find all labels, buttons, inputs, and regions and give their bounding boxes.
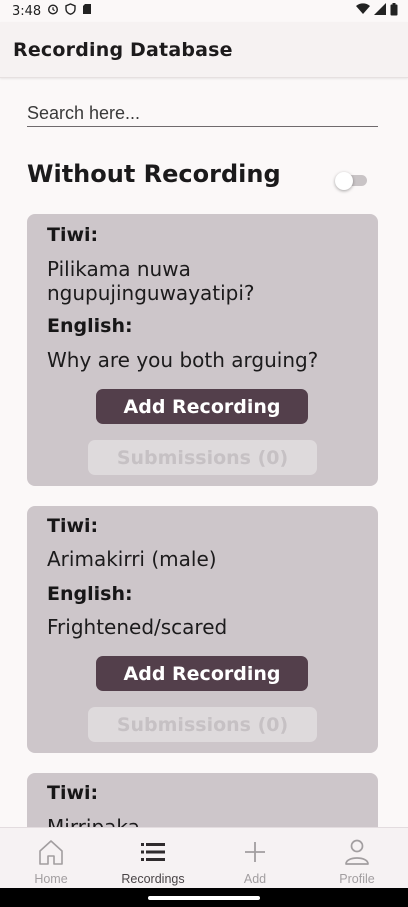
app-screen: 3:48 Recording Database Search here... W…: [0, 0, 408, 907]
battery-icon: [390, 2, 398, 20]
shield-icon: [65, 3, 76, 19]
bottom-navigation: Home Recordings Add Profile: [0, 827, 408, 888]
filter-label: Without Recording: [27, 160, 281, 188]
without-recording-toggle[interactable]: [335, 172, 367, 190]
nav-profile-label: Profile: [339, 872, 375, 886]
add-recording-button[interactable]: Add Recording: [96, 389, 308, 424]
submissions-button[interactable]: Submissions (0): [88, 440, 317, 475]
tiwi-label: Tiwi:: [47, 224, 99, 246]
wifi-icon: [356, 3, 370, 19]
status-right: [356, 2, 398, 20]
english-label: English:: [47, 315, 133, 337]
list-icon: [137, 836, 169, 868]
phrase-card: Tiwi: Pilikama nuwa ngupujinguwayatipi? …: [27, 214, 378, 486]
nav-recordings[interactable]: Recordings: [102, 828, 204, 888]
add-recording-button[interactable]: Add Recording: [96, 656, 308, 691]
search-input[interactable]: [27, 100, 378, 126]
tiwi-text: Arimakirri (male): [47, 547, 217, 571]
submissions-button[interactable]: Submissions (0): [88, 707, 317, 742]
phrase-card: Tiwi: Arimakirri (male) English: Frighte…: [27, 506, 378, 753]
nav-profile[interactable]: Profile: [306, 828, 408, 888]
nav-add[interactable]: Add: [204, 828, 306, 888]
home-gesture-handle[interactable]: [148, 896, 260, 900]
status-left: 3:48: [12, 3, 92, 19]
person-icon: [341, 836, 373, 868]
status-time: 3:48: [12, 3, 42, 19]
tiwi-text: Pilikama nuwa ngupujinguwayatipi?: [47, 257, 255, 305]
nav-recordings-label: Recordings: [121, 872, 185, 886]
english-text: Why are you both arguing?: [47, 348, 319, 372]
toggle-thumb: [335, 172, 353, 190]
nav-add-label: Add: [243, 872, 267, 886]
home-icon: [35, 836, 67, 868]
sd-card-icon: [82, 3, 92, 19]
english-label: English:: [47, 583, 133, 605]
gesture-bar: [0, 888, 408, 907]
nav-home[interactable]: Home: [0, 828, 102, 888]
page-title: Recording Database: [13, 38, 233, 61]
tiwi-label: Tiwi:: [47, 515, 99, 537]
search-field: [27, 100, 378, 127]
tiwi-label: Tiwi:: [47, 782, 99, 804]
signal-icon: [374, 3, 386, 19]
status-bar: 3:48: [0, 0, 408, 22]
app-bar: Recording Database: [0, 22, 408, 78]
plus-icon: [239, 836, 271, 868]
english-text: Frightened/scared: [47, 615, 228, 639]
alarm-icon: [47, 3, 59, 19]
nav-home-label: Home: [34, 872, 68, 886]
